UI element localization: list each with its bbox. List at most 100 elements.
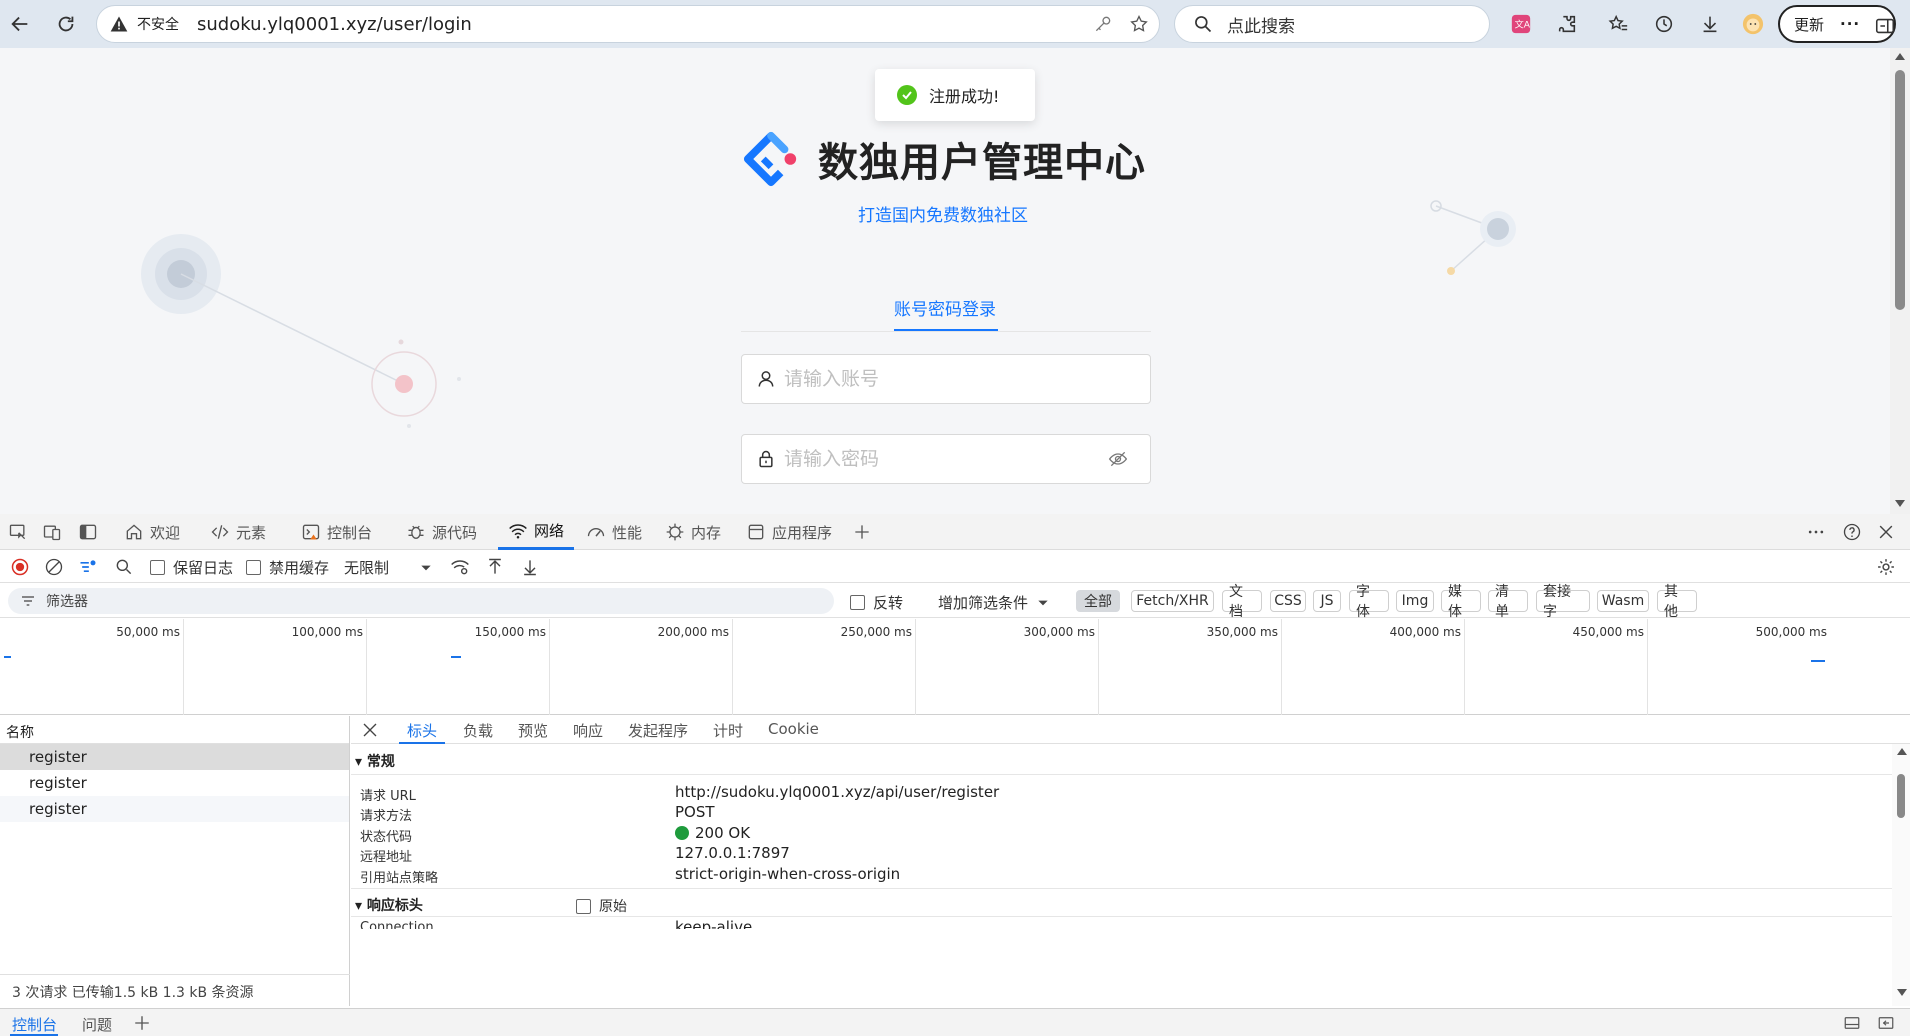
dock-side-button[interactable]	[78, 514, 104, 550]
dock-bottom-icon[interactable]	[1842, 1014, 1862, 1032]
type-filter-manifest[interactable]: 清单	[1488, 584, 1528, 620]
search-box[interactable]: 点此搜索	[1174, 5, 1490, 43]
header-value[interactable]: http://sudoku.ylq0001.xyz/api/user/regis…	[675, 783, 999, 801]
raw-checkbox[interactable]: 原始	[576, 896, 627, 916]
inspect-element-button[interactable]	[8, 514, 34, 550]
eye-off-icon[interactable]	[1108, 449, 1128, 469]
type-filter-font[interactable]: 字体	[1349, 584, 1389, 620]
preserve-log-checkbox[interactable]: 保留日志	[150, 557, 233, 578]
type-filter-websocket[interactable]: 套接字	[1536, 584, 1590, 620]
tab-console[interactable]: 控制台	[301, 514, 372, 550]
type-filter-all[interactable]: 全部	[1076, 590, 1120, 612]
tab-preview[interactable]: 预览	[518, 720, 548, 741]
invert-checkbox[interactable]: 反转	[850, 592, 903, 613]
response-headers-section-header[interactable]: ▾ 响应标头	[355, 895, 423, 915]
export-har-button[interactable]	[520, 557, 540, 577]
scroll-down-arrow-icon[interactable]	[1897, 989, 1907, 996]
address-bar[interactable]: 不安全 sudoku.ylq0001.xyz/user/login	[96, 5, 1160, 43]
scroll-up-arrow-icon[interactable]	[1897, 748, 1907, 755]
record-button[interactable]	[10, 557, 30, 577]
type-filter-fetch-xhr[interactable]: Fetch/XHR	[1131, 590, 1214, 612]
request-row[interactable]: register	[0, 770, 349, 796]
tab-memory[interactable]: 内存	[665, 514, 721, 550]
scroll-down-arrow-icon[interactable]	[1895, 500, 1905, 507]
sidebar-toggle-button[interactable]	[1872, 13, 1898, 39]
devtools-more-button[interactable]	[1806, 522, 1826, 546]
type-filter-doc[interactable]: 文档	[1222, 584, 1262, 620]
tab-account-login[interactable]: 账号密码登录	[894, 295, 996, 320]
header-value[interactable]: POST	[675, 803, 715, 821]
scroll-up-arrow-icon[interactable]	[1895, 53, 1905, 60]
clear-button[interactable]	[44, 557, 64, 577]
type-filter-js[interactable]: JS	[1313, 590, 1341, 612]
scrollbar-thumb[interactable]	[1895, 70, 1905, 310]
disable-cache-checkbox[interactable]: 禁用缓存	[246, 557, 329, 578]
extensions-button[interactable]	[1554, 11, 1580, 37]
filter-input[interactable]: 筛选器	[8, 588, 834, 614]
scrollbar-thumb[interactable]	[1897, 774, 1905, 818]
tab-application[interactable]: 应用程序	[746, 514, 832, 550]
request-row[interactable]: register	[0, 796, 349, 822]
invert-box[interactable]	[850, 595, 865, 610]
network-settings-button[interactable]	[1876, 557, 1896, 577]
close-icon[interactable]	[361, 721, 379, 739]
drawer-tab-console[interactable]: 控制台	[12, 1014, 57, 1035]
tab-performance[interactable]: 性能	[586, 514, 642, 550]
tab-payload[interactable]: 负载	[463, 720, 493, 741]
tab-timing[interactable]: 计时	[713, 720, 743, 741]
type-filter-other[interactable]: 其他	[1657, 584, 1697, 620]
search-network-button[interactable]	[114, 557, 134, 577]
tab-elements[interactable]: 元素	[210, 514, 266, 550]
key-icon[interactable]	[1093, 14, 1113, 34]
back-button[interactable]	[4, 8, 36, 40]
account-input[interactable]	[784, 368, 1104, 390]
drawer-tab-issues[interactable]: 问题	[82, 1014, 112, 1035]
network-conditions-button[interactable]	[450, 557, 470, 577]
device-emulation-button[interactable]	[42, 514, 68, 550]
tab-cookies[interactable]: Cookie	[768, 720, 819, 738]
tab-initiator[interactable]: 发起程序	[628, 720, 688, 741]
type-filter-media[interactable]: 媒体	[1441, 584, 1481, 620]
tab-welcome[interactable]: 欢迎	[124, 514, 180, 550]
password-input[interactable]	[784, 448, 1104, 470]
disable-cache-box[interactable]	[246, 560, 261, 575]
import-har-button[interactable]	[485, 557, 505, 577]
detail-scrollbar[interactable]	[1892, 744, 1910, 1006]
page-scrollbar[interactable]	[1890, 48, 1910, 514]
request-list-header[interactable]: 名称	[0, 716, 349, 744]
favorites-button[interactable]	[1605, 11, 1631, 37]
account-field[interactable]	[741, 354, 1151, 404]
url-text[interactable]: sudoku.ylq0001.xyz/user/login	[197, 14, 472, 35]
translate-extension-button[interactable]: 文A	[1508, 11, 1534, 37]
type-filter-wasm[interactable]: Wasm	[1597, 590, 1649, 612]
throttling-select[interactable]: 无限制	[344, 557, 433, 578]
more-filters-dropdown[interactable]: 增加筛选条件	[938, 592, 1050, 613]
password-field[interactable]	[741, 434, 1151, 484]
tab-headers[interactable]: 标头	[399, 720, 446, 744]
type-filter-img[interactable]: Img	[1396, 590, 1434, 612]
network-overview-timeline[interactable]: 50,000 ms 100,000 ms 150,000 ms 200,000 …	[0, 619, 1910, 715]
favorite-star-icon[interactable]	[1129, 14, 1149, 34]
collapse-drawer-icon[interactable]	[1876, 1014, 1896, 1032]
type-filter-css[interactable]: CSS	[1270, 590, 1306, 612]
header-value[interactable]: 127.0.0.1:7897	[675, 844, 790, 862]
status-value[interactable]: 200 OK	[675, 824, 750, 842]
tab-sources[interactable]: 源代码	[406, 514, 477, 550]
tab-network[interactable]: 网络	[498, 514, 575, 550]
history-button[interactable]	[1651, 11, 1677, 37]
devtools-close-button[interactable]	[1876, 522, 1896, 546]
more-menu-icon[interactable]: ···	[1840, 15, 1860, 33]
plus-icon[interactable]	[133, 1014, 151, 1032]
add-tab-button[interactable]	[852, 514, 878, 550]
general-section-header[interactable]: ▾ 常规	[355, 751, 395, 771]
reload-button[interactable]	[50, 8, 82, 40]
header-value[interactable]: strict-origin-when-cross-origin	[675, 865, 900, 883]
raw-box[interactable]	[576, 898, 591, 914]
filter-toggle-button[interactable]	[78, 557, 98, 577]
preserve-log-box[interactable]	[150, 560, 165, 575]
tab-response[interactable]: 响应	[573, 720, 603, 741]
downloads-button[interactable]	[1697, 11, 1723, 37]
devtools-help-button[interactable]	[1842, 522, 1862, 546]
request-row[interactable]: register	[0, 744, 349, 770]
profile-avatar[interactable]	[1740, 11, 1766, 37]
